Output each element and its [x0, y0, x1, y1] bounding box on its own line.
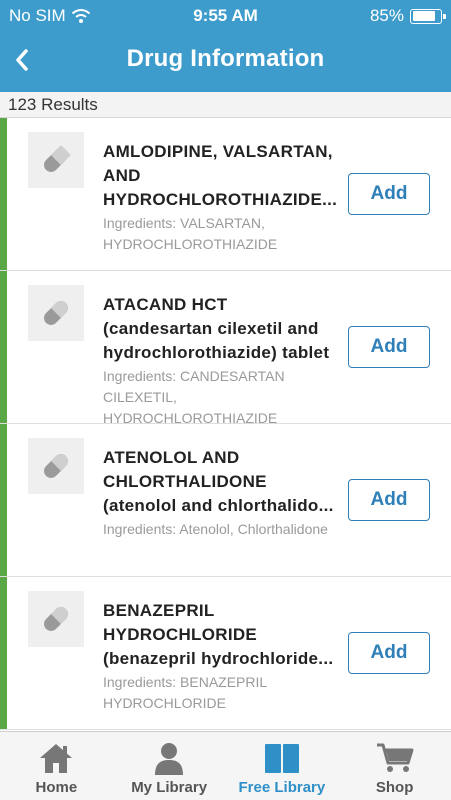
status-bar: No SIM 9:55 AM 85% [0, 0, 451, 30]
person-icon [152, 741, 186, 775]
drug-title[interactable]: AMLODIPINE, VALSARTAN, AND HYDROCHLOROTH… [103, 140, 337, 212]
battery-percent: 85% [369, 6, 404, 25]
list-item[interactable]: ATACAND HCT (candesartan cilexetil and h… [0, 271, 451, 426]
page-title: Drug Information [126, 45, 325, 72]
tab-free-library[interactable]: Free Library [226, 732, 339, 800]
pill-icon [44, 145, 71, 172]
home-icon [37, 741, 75, 775]
pill-icon [44, 454, 68, 478]
status-right: 85% [369, 6, 446, 26]
add-button[interactable]: Add [348, 326, 430, 368]
book-icon [263, 741, 301, 775]
tab-bar: Home My Library Free Library Shop [0, 731, 451, 800]
list-item[interactable]: BENAZEPRIL HYDROCHLORIDE (benazepril hyd… [0, 577, 451, 730]
tab-label: Home [35, 779, 78, 796]
tab-home[interactable]: Home [0, 732, 113, 800]
results-count: 123 Results [8, 95, 98, 114]
drug-thumbnail [28, 132, 84, 188]
add-button[interactable]: Add [348, 479, 430, 521]
drug-ingredients: Ingredients: BENAZEPRIL HYDROCHLORIDE [103, 674, 267, 711]
drug-thumbnail [28, 591, 84, 647]
list-item[interactable]: ATENOLOL AND CHLORTHALIDONE (atenolol an… [0, 424, 451, 577]
add-button[interactable]: Add [348, 632, 430, 674]
drug-title[interactable]: BENAZEPRIL HYDROCHLORIDE (benazepril hyd… [103, 599, 335, 671]
pill-icon [44, 301, 68, 325]
drug-title[interactable]: ATENOLOL AND CHLORTHALIDONE (atenolol an… [103, 446, 335, 518]
drug-ingredients: Ingredients: Atenolol, Chlorthalidone [103, 521, 328, 537]
header: No SIM 9:55 AM 85% Drug Information [0, 0, 451, 92]
drug-ingredients: Ingredients: CANDESARTAN CILEXETIL, HYDR… [103, 368, 285, 426]
add-button[interactable]: Add [348, 173, 430, 215]
battery-icon [410, 8, 446, 24]
list-item[interactable]: AMLODIPINE, VALSARTAN, AND HYDROCHLOROTH… [0, 118, 451, 271]
tab-my-library[interactable]: My Library [113, 732, 226, 800]
drug-title[interactable]: ATACAND HCT (candesartan cilexetil and h… [103, 293, 335, 365]
tab-shop[interactable]: Shop [338, 732, 451, 800]
tab-label: Free Library [238, 779, 326, 796]
tab-label: My Library [131, 779, 208, 796]
cart-icon [376, 741, 414, 775]
drug-thumbnail [28, 438, 84, 494]
tab-label: Shop [375, 779, 414, 796]
drug-thumbnail [28, 285, 84, 341]
drug-ingredients: Ingredients: VALSARTAN, HYDROCHLOROTHIAZ… [103, 215, 278, 252]
results-bar: 123 Results [0, 92, 451, 118]
pill-icon [44, 607, 68, 631]
drug-list[interactable]: AMLODIPINE, VALSARTAN, AND HYDROCHLOROTH… [0, 118, 451, 730]
nav-bar: Drug Information [0, 30, 451, 92]
